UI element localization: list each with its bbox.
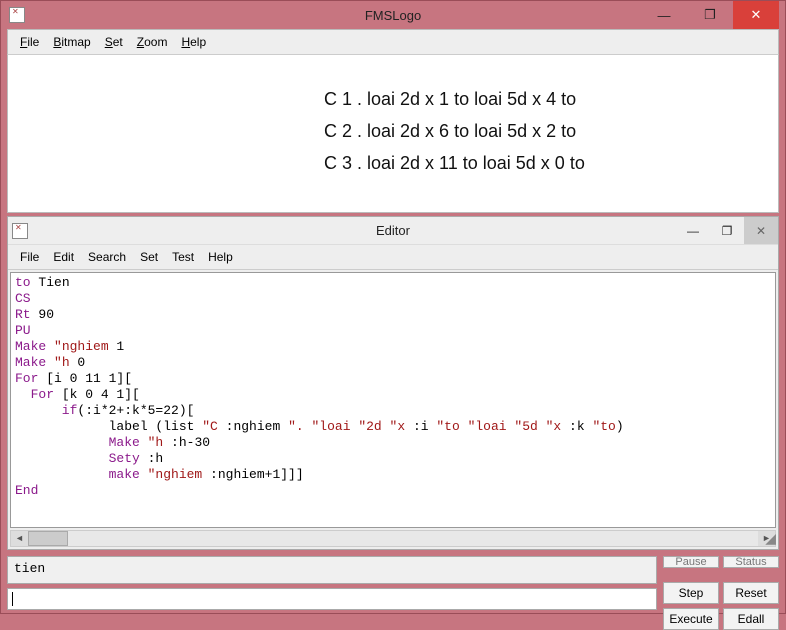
editor-menu-file[interactable]: File xyxy=(14,248,45,266)
close-button[interactable]: ✕ xyxy=(733,1,779,29)
editor-title: Editor xyxy=(8,223,778,238)
app-icon xyxy=(9,7,25,23)
step-button[interactable]: Step xyxy=(663,582,719,604)
menu-help[interactable]: Help xyxy=(175,33,212,51)
canvas-label-1: C 1 . loai 2d x 1 to loai 5d x 4 to xyxy=(324,89,576,110)
editor-menu-search[interactable]: Search xyxy=(82,248,132,266)
resize-grip-icon[interactable]: ◢ xyxy=(762,533,776,547)
editor-window-controls: — ❐ ✕ xyxy=(676,217,778,244)
status-button[interactable]: Status xyxy=(723,556,779,568)
scroll-track[interactable] xyxy=(28,531,758,546)
commander-left: tien xyxy=(7,556,657,630)
menu-set[interactable]: Set xyxy=(99,33,129,51)
editor-menu-edit[interactable]: Edit xyxy=(47,248,80,266)
menu-zoom[interactable]: Zoom xyxy=(131,33,174,51)
editor-close-button[interactable]: ✕ xyxy=(744,217,778,244)
execute-button[interactable]: Execute xyxy=(663,608,719,630)
caret-icon xyxy=(12,592,13,606)
scroll-left-icon[interactable]: ◄ xyxy=(11,531,28,546)
main-menubar: File Bitmap Set Zoom Help xyxy=(7,29,779,55)
reset-button[interactable]: Reset xyxy=(723,582,779,604)
main-window: FMSLogo — ❐ ✕ File Bitmap Set Zoom Help … xyxy=(0,0,786,614)
command-input[interactable] xyxy=(7,588,657,610)
editor-menubar: File Edit Search Set Test Help xyxy=(8,245,778,270)
scroll-thumb[interactable] xyxy=(28,531,68,546)
maximize-button[interactable]: ❐ xyxy=(687,1,733,29)
pause-button[interactable]: Pause xyxy=(663,556,719,568)
edall-button[interactable]: Edall xyxy=(723,608,779,630)
drawing-canvas[interactable]: C 1 . loai 2d x 1 to loai 5d x 4 to C 2 … xyxy=(7,55,779,213)
editor-minimize-button[interactable]: — xyxy=(676,217,710,244)
editor-titlebar: Editor — ❐ ✕ xyxy=(8,217,778,245)
menu-file[interactable]: File xyxy=(14,33,45,51)
canvas-label-2: C 2 . loai 2d x 6 to loai 5d x 2 to xyxy=(324,121,576,142)
editor-maximize-button[interactable]: ❐ xyxy=(710,217,744,244)
command-history[interactable]: tien xyxy=(7,556,657,584)
editor-window: Editor — ❐ ✕ File Edit Search Set Test H… xyxy=(7,216,779,550)
editor-menu-test[interactable]: Test xyxy=(166,248,200,266)
editor-menu-help[interactable]: Help xyxy=(202,248,239,266)
menu-bitmap[interactable]: Bitmap xyxy=(47,33,96,51)
commander-buttons: Pause Status Step Reset Execute Edall xyxy=(663,556,779,630)
code-editor[interactable]: to Tien CS Rt 90 PU Make "nghiem 1 Make … xyxy=(10,272,776,528)
editor-hscrollbar[interactable]: ◄ ► xyxy=(10,530,776,547)
canvas-label-3: C 3 . loai 2d x 11 to loai 5d x 0 to xyxy=(324,153,585,174)
minimize-button[interactable]: — xyxy=(641,1,687,29)
commander-panel: tien Pause Status Step Reset Execute Eda… xyxy=(7,556,779,630)
main-window-controls: — ❐ ✕ xyxy=(641,1,779,29)
editor-icon xyxy=(12,223,28,239)
editor-menu-set[interactable]: Set xyxy=(134,248,164,266)
main-titlebar: FMSLogo — ❐ ✕ xyxy=(7,1,779,29)
